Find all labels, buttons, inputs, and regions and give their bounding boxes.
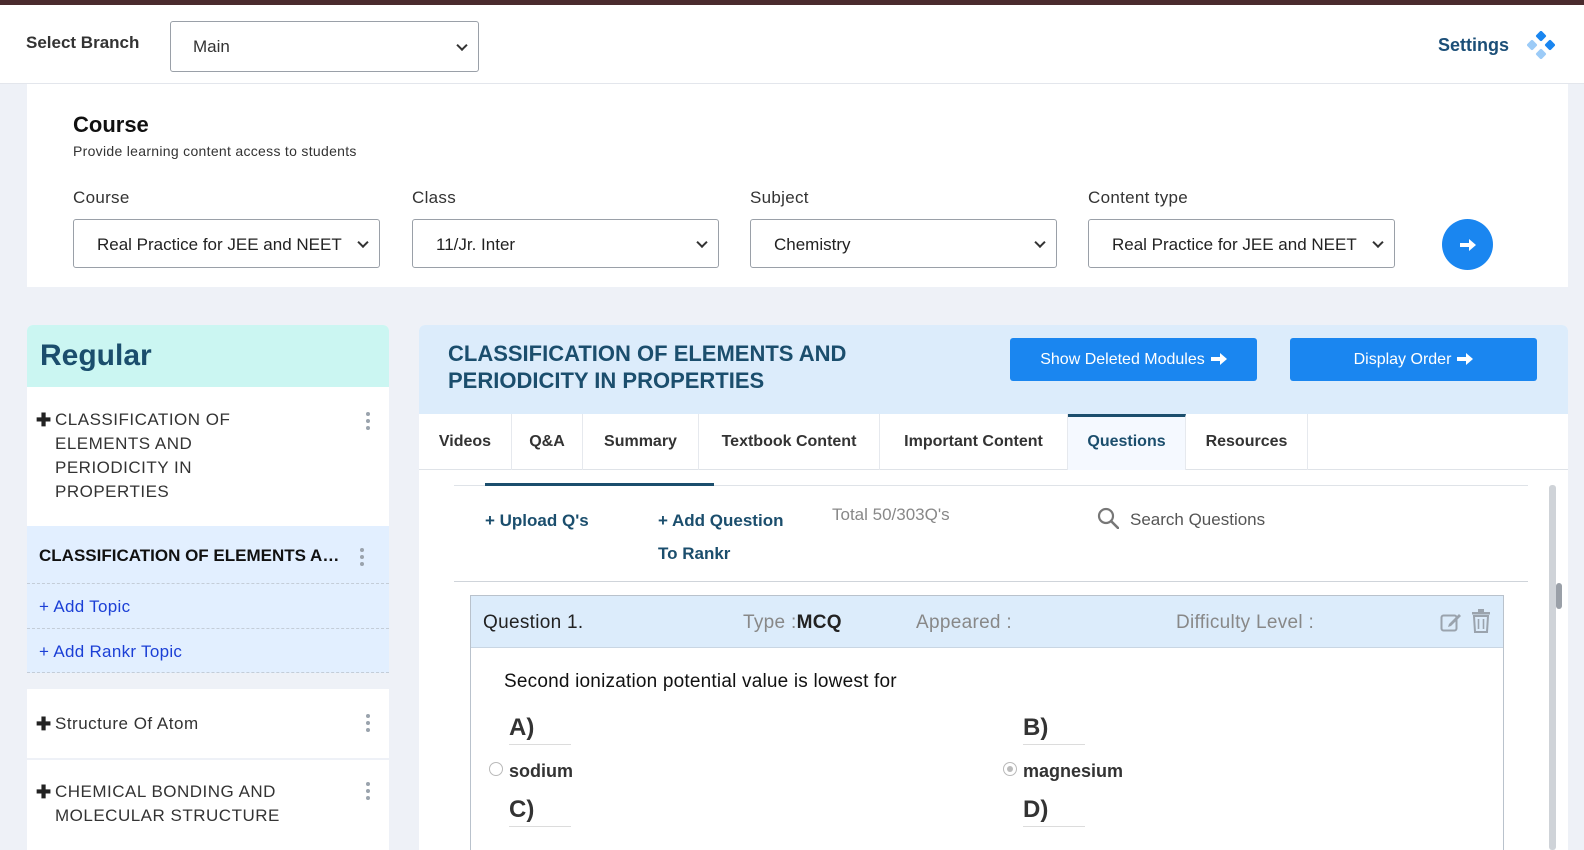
tab-resources[interactable]: Resources bbox=[1186, 414, 1308, 470]
kebab-menu-icon[interactable] bbox=[366, 412, 370, 432]
chevron-down-icon bbox=[456, 39, 468, 51]
kebab-menu-icon[interactable] bbox=[366, 714, 370, 734]
tab-qa[interactable]: Q&A bbox=[512, 414, 583, 470]
branch-select[interactable]: Main bbox=[170, 21, 479, 72]
chevron-down-icon bbox=[1372, 236, 1384, 248]
tab-questions[interactable]: Questions bbox=[1068, 414, 1186, 470]
edit-icon[interactable] bbox=[1440, 611, 1462, 633]
sidebar-item-chemical-bonding[interactable]: ✚ CHEMICAL BONDING AND MOLECULAR STRUCTU… bbox=[27, 760, 389, 850]
content-tabs: Videos Q&A Summary Textbook Content Impo… bbox=[419, 414, 1568, 470]
inner-scrollbar-track[interactable] bbox=[1555, 582, 1563, 850]
add-question-label-line1: + Add Question bbox=[658, 511, 784, 530]
option-b-text: magnesium bbox=[1023, 761, 1124, 781]
add-question-label-line2: To Rankr bbox=[658, 544, 731, 563]
option-a-letter: A) bbox=[509, 714, 571, 745]
arrow-right-icon bbox=[1457, 353, 1474, 365]
display-order-label: Display Order bbox=[1353, 351, 1452, 368]
expand-plus-icon[interactable]: ✚ bbox=[36, 410, 51, 431]
trash-icon[interactable] bbox=[1471, 609, 1491, 633]
option-b-radio[interactable] bbox=[1003, 762, 1017, 776]
divider bbox=[27, 583, 389, 584]
course-title: Course bbox=[73, 112, 149, 137]
active-topic-title[interactable]: CLASSIFICATION OF ELEMENTS AND PERIODICI… bbox=[39, 546, 349, 566]
arrow-right-icon bbox=[1460, 239, 1476, 251]
questions-content: + Upload Q's + Add Question To Rankr Tot… bbox=[454, 470, 1562, 850]
tab-videos[interactable]: Videos bbox=[419, 414, 512, 470]
module-panel: CLASSIFICATION OF ELEMENTS AND PERIODICI… bbox=[419, 325, 1568, 850]
sidebar-item-classification[interactable]: ✚ CLASSIFICATION OF ELEMENTS AND PERIODI… bbox=[27, 387, 389, 526]
expand-plus-icon[interactable]: ✚ bbox=[36, 714, 51, 735]
divider bbox=[27, 628, 389, 629]
class-select-value: 11/Jr. Inter bbox=[436, 235, 516, 254]
option-b-letter: B) bbox=[1023, 714, 1085, 745]
question-type-value: MCQ bbox=[796, 612, 842, 633]
show-deleted-modules-button[interactable]: Show Deleted Modules bbox=[1010, 338, 1257, 381]
arrow-right-icon bbox=[1210, 353, 1227, 365]
course-select[interactable]: Real Practice for JEE and NEET bbox=[73, 219, 380, 268]
kebab-menu-icon[interactable] bbox=[366, 782, 370, 802]
add-topic-link[interactable]: + Add Topic bbox=[39, 597, 130, 617]
content-type-select[interactable]: Real Practice for JEE and NEET bbox=[1088, 219, 1395, 268]
chevron-down-icon bbox=[696, 236, 708, 248]
page-scrollbar[interactable] bbox=[1549, 485, 1556, 850]
option-a-radio[interactable] bbox=[489, 762, 503, 776]
topic-sidebar: Regular ✚ CLASSIFICATION OF ELEMENTS AND… bbox=[27, 325, 389, 850]
expand-plus-icon[interactable]: ✚ bbox=[36, 782, 51, 803]
option-c-letter: C) bbox=[509, 796, 571, 827]
subject-select-value: Chemistry bbox=[774, 235, 851, 254]
course-subtitle: Provide learning content access to stude… bbox=[73, 143, 357, 159]
tab-textbook-content[interactable]: Textbook Content bbox=[699, 414, 880, 470]
sidebar-title: Regular bbox=[27, 325, 389, 387]
settings-icon[interactable] bbox=[1527, 31, 1555, 59]
question-appeared: Appeared : bbox=[916, 612, 1012, 633]
course-card: Course Provide learning content access t… bbox=[27, 84, 1568, 287]
subject-field-label: Subject bbox=[750, 188, 809, 207]
option-a-text: sodium bbox=[509, 761, 574, 781]
module-title: CLASSIFICATION OF ELEMENTS AND PERIODICI… bbox=[448, 341, 847, 393]
content-type-field-label: Content type bbox=[1088, 188, 1188, 207]
course-select-value: Real Practice for JEE and NEET bbox=[97, 235, 342, 254]
question-type: Type :MCQ bbox=[743, 612, 842, 634]
sidebar-item-structure-of-atom[interactable]: ✚ Structure Of Atom bbox=[27, 689, 389, 758]
question-header: Question 1. Type :MCQ Appeared : Difficu… bbox=[471, 596, 1503, 648]
go-button[interactable] bbox=[1442, 219, 1493, 270]
tab-summary[interactable]: Summary bbox=[583, 414, 699, 470]
divider bbox=[27, 673, 389, 689]
sidebar-item-label: Structure Of Atom bbox=[55, 714, 199, 733]
module-header: CLASSIFICATION OF ELEMENTS AND PERIODICI… bbox=[419, 325, 1568, 414]
kebab-menu-icon[interactable] bbox=[360, 548, 364, 568]
divider bbox=[454, 581, 1528, 582]
add-rankr-topic-link[interactable]: + Add Rankr Topic bbox=[39, 642, 182, 662]
subject-select[interactable]: Chemistry bbox=[750, 219, 1057, 268]
chevron-down-icon bbox=[357, 236, 369, 248]
tab-important-content[interactable]: Important Content bbox=[880, 414, 1068, 470]
question-card: Question 1. Type :MCQ Appeared : Difficu… bbox=[470, 595, 1504, 850]
class-select[interactable]: 11/Jr. Inter bbox=[412, 219, 719, 268]
question-difficulty: Difficulty Level : bbox=[1176, 612, 1315, 633]
settings-link[interactable]: Settings bbox=[1438, 35, 1509, 56]
add-question-to-rankr-button[interactable]: + Add Question To Rankr bbox=[658, 504, 783, 570]
content-type-select-value: Real Practice for JEE and NEET bbox=[1112, 235, 1357, 254]
inner-scrollbar-thumb[interactable] bbox=[1556, 583, 1562, 609]
option-d-letter: D) bbox=[1023, 796, 1085, 827]
question-type-label: Type : bbox=[743, 612, 797, 633]
sidebar-item-label: CHEMICAL BONDING AND MOLECULAR STRUCTURE bbox=[55, 782, 280, 825]
branch-select-value: Main bbox=[193, 37, 230, 56]
class-field-label: Class bbox=[412, 188, 457, 207]
total-questions-count: Total 50/303Q's bbox=[832, 505, 950, 524]
question-text: Second ionization potential value is low… bbox=[504, 671, 897, 692]
top-header: Select Branch Main Settings bbox=[0, 5, 1584, 84]
search-icon bbox=[1097, 507, 1119, 529]
chevron-down-icon bbox=[1034, 236, 1046, 248]
upload-questions-button[interactable]: + Upload Q's bbox=[485, 504, 589, 537]
show-deleted-modules-label: Show Deleted Modules bbox=[1040, 351, 1205, 368]
search-questions-input[interactable] bbox=[1130, 506, 1430, 534]
display-order-button[interactable]: Display Order bbox=[1290, 338, 1537, 381]
active-topic-block: CLASSIFICATION OF ELEMENTS AND PERIODICI… bbox=[27, 526, 389, 673]
sidebar-item-label: CLASSIFICATION OF ELEMENTS AND PERIODICI… bbox=[55, 410, 231, 501]
course-field-label: Course bbox=[73, 188, 130, 207]
branch-label: Select Branch bbox=[26, 33, 140, 52]
active-subtab-underline bbox=[485, 483, 714, 486]
question-number: Question 1. bbox=[483, 612, 584, 633]
